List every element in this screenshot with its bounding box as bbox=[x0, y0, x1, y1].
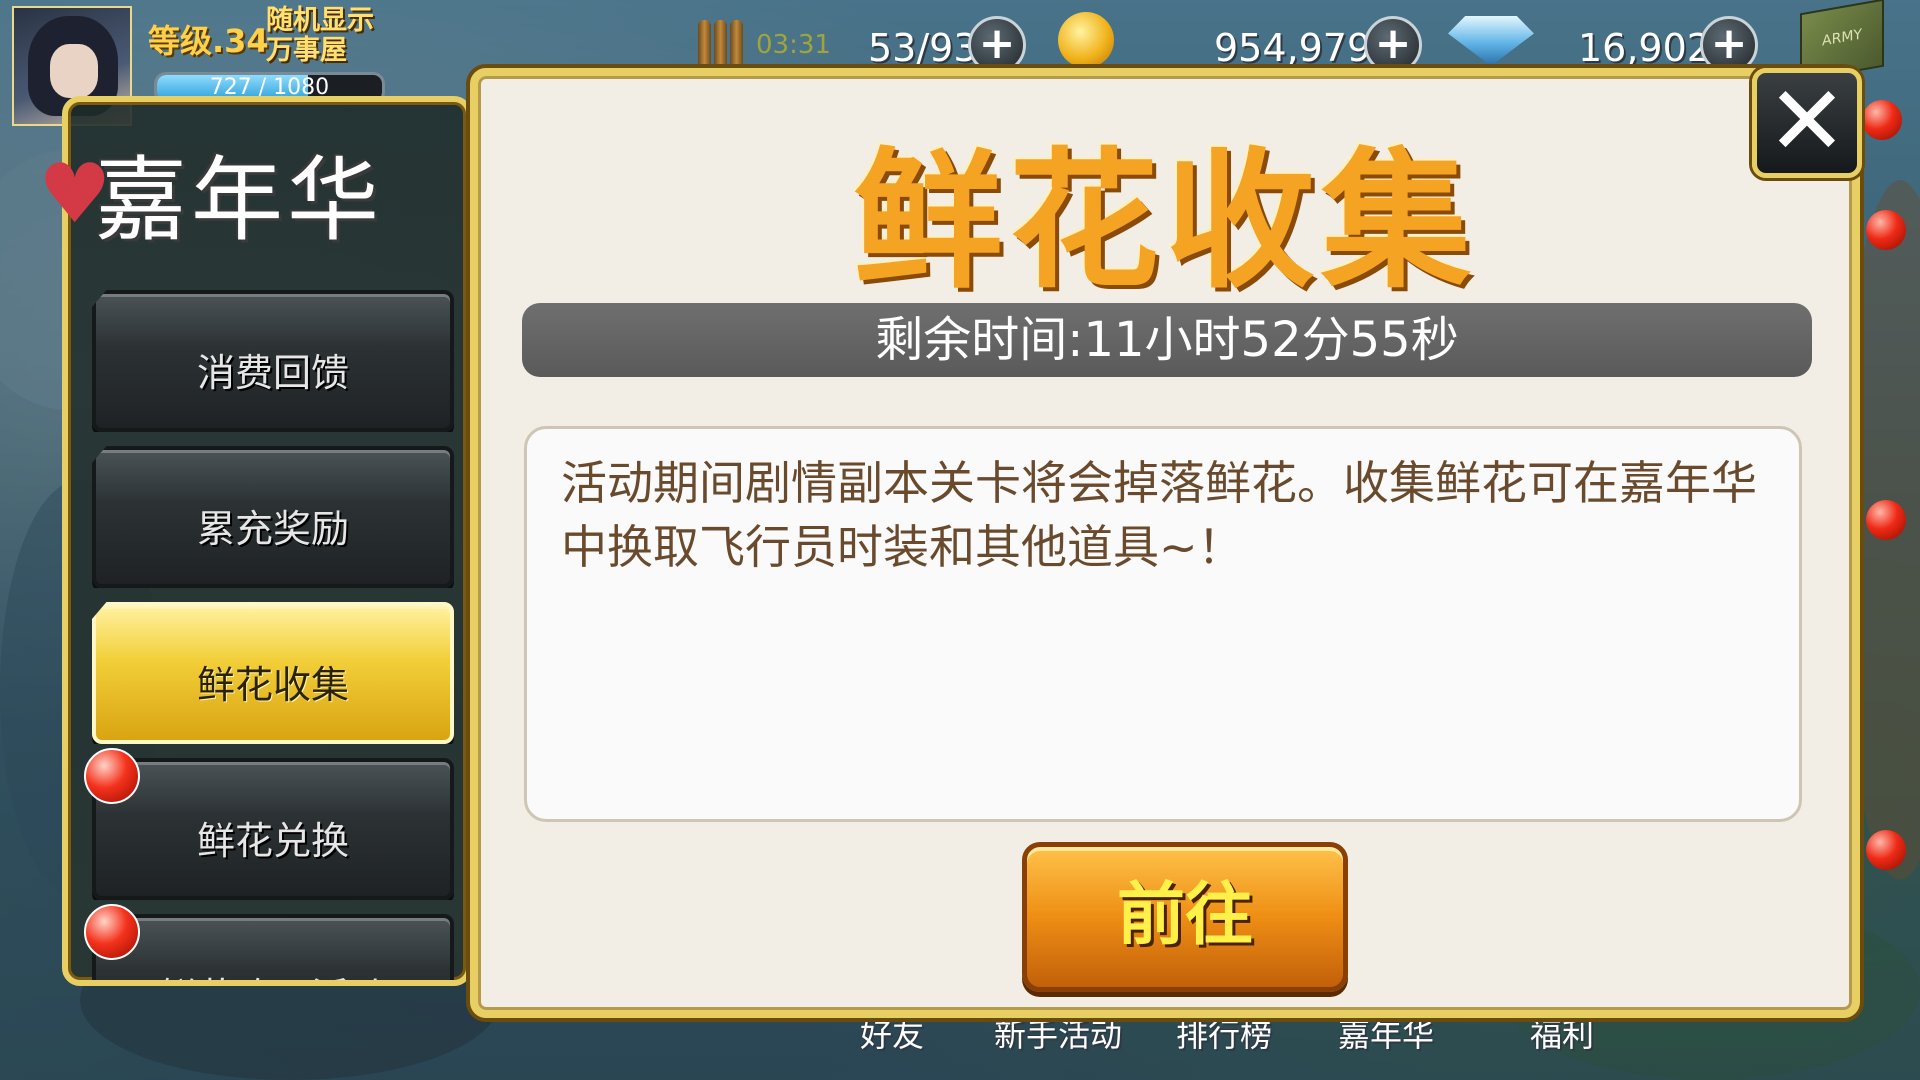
menu-item-label: 累充奖励 bbox=[196, 507, 349, 551]
menu-item-flower-exchange[interactable]: 鲜花兑换 bbox=[92, 758, 454, 900]
player-level: 等级.34 bbox=[148, 22, 269, 60]
menu-item-label: 消费回馈 bbox=[196, 351, 349, 395]
diamond-value: 16,902 bbox=[1578, 26, 1711, 70]
menu-item-flower-purchase[interactable]: 鲜花购买活动 bbox=[92, 914, 454, 980]
diamond-counter: 16,902 bbox=[1570, 14, 1711, 76]
menu-item-label: 鲜花兑换 bbox=[196, 819, 349, 863]
add-ammo-button[interactable]: + bbox=[968, 16, 1026, 74]
close-icon[interactable]: ✕ bbox=[1752, 68, 1862, 178]
red-dot-badge-icon bbox=[84, 904, 140, 960]
gold-coin-icon bbox=[1058, 12, 1114, 68]
menu-item-label: 鲜花购买活动 bbox=[96, 966, 450, 980]
diamond-icon bbox=[1448, 16, 1534, 66]
player-name: 随机显示万事屋 bbox=[266, 5, 374, 66]
menu-item-label: 鲜花收集 bbox=[196, 663, 349, 707]
add-diamond-button[interactable]: + bbox=[1700, 16, 1758, 74]
dialog-title: 鲜花收集 bbox=[852, 135, 1477, 309]
go-button[interactable]: 前往 bbox=[1022, 842, 1348, 992]
gold-counter: 954,979 bbox=[1200, 14, 1380, 76]
add-gold-button[interactable]: + bbox=[1364, 16, 1422, 74]
ammo-timer: 03:31 bbox=[756, 30, 831, 60]
notification-dot-icon bbox=[1862, 100, 1902, 140]
ammo-value: 53/93 bbox=[868, 26, 978, 70]
notification-dot-icon bbox=[1866, 500, 1906, 540]
notification-dot-icon bbox=[1866, 830, 1906, 870]
ammo-icon bbox=[696, 12, 746, 66]
gold-value: 954,979 bbox=[1214, 26, 1372, 70]
menu-item-flower-collect[interactable]: 鲜花收集 bbox=[92, 602, 454, 744]
description-box: 活动期间剧情副本关卡将会掉落鲜花。收集鲜花可在嘉年华中换取飞行员时装和其他道具~… bbox=[524, 426, 1802, 822]
menu-item-recharge-reward[interactable]: 累充奖励 bbox=[92, 446, 454, 588]
panel-title: 嘉年华 bbox=[94, 147, 383, 254]
carnival-menu-list[interactable]: 消费回馈 累充奖励 鲜花收集 鲜花兑换 鲜花购买活动 bbox=[62, 260, 472, 980]
red-dot-badge-icon bbox=[84, 748, 140, 804]
notification-dot-icon bbox=[1866, 210, 1906, 250]
remaining-time-bar: 剩余时间:11小时52分55秒 bbox=[522, 303, 1812, 377]
description-text: 活动期间剧情副本关卡将会掉落鲜花。收集鲜花可在嘉年华中换取飞行员时装和其他道具~… bbox=[561, 456, 1757, 574]
menu-item-spending-reward[interactable]: 消费回馈 bbox=[92, 290, 454, 432]
